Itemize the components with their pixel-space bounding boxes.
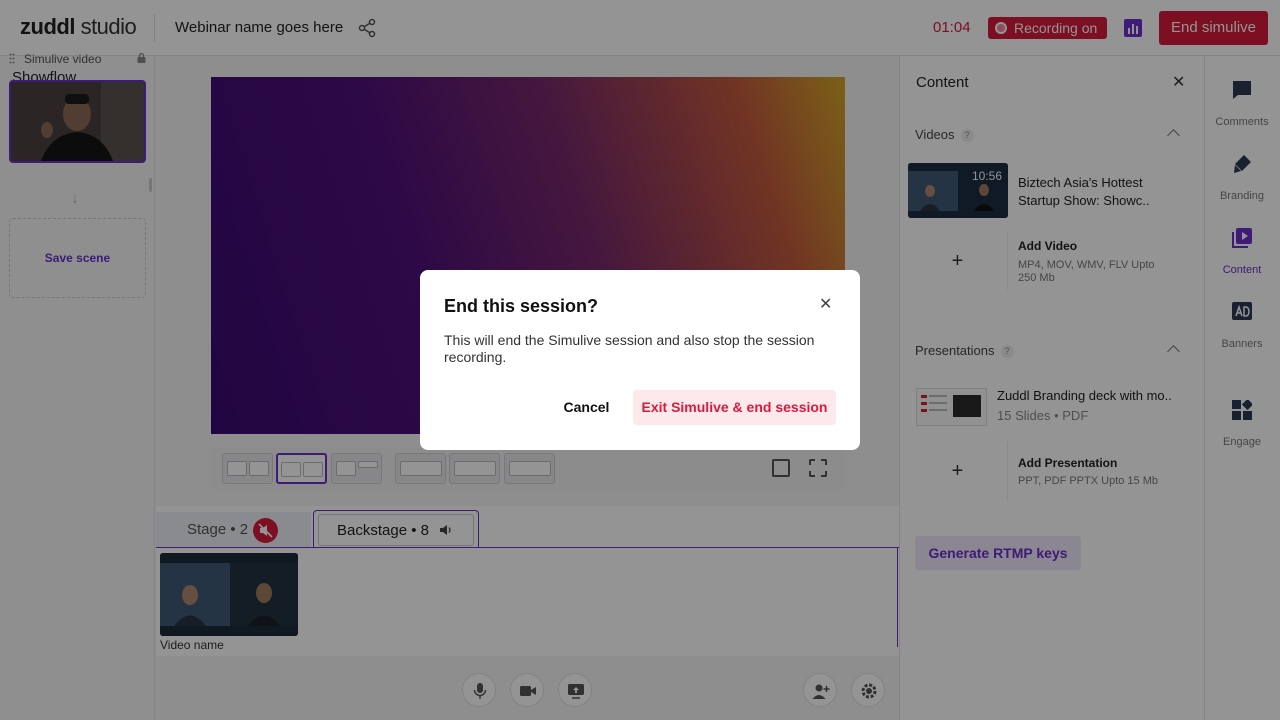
close-icon[interactable]: ✕ (819, 294, 832, 314)
dialog-message: This will end the Simulive session and a… (444, 332, 815, 365)
end-session-dialog: End this session? ✕ This will end the Si… (420, 270, 860, 450)
cancel-button[interactable]: Cancel (560, 392, 613, 422)
exit-simulive-button[interactable]: Exit Simulive & end session (633, 390, 836, 425)
dialog-title: End this session? (444, 296, 599, 316)
